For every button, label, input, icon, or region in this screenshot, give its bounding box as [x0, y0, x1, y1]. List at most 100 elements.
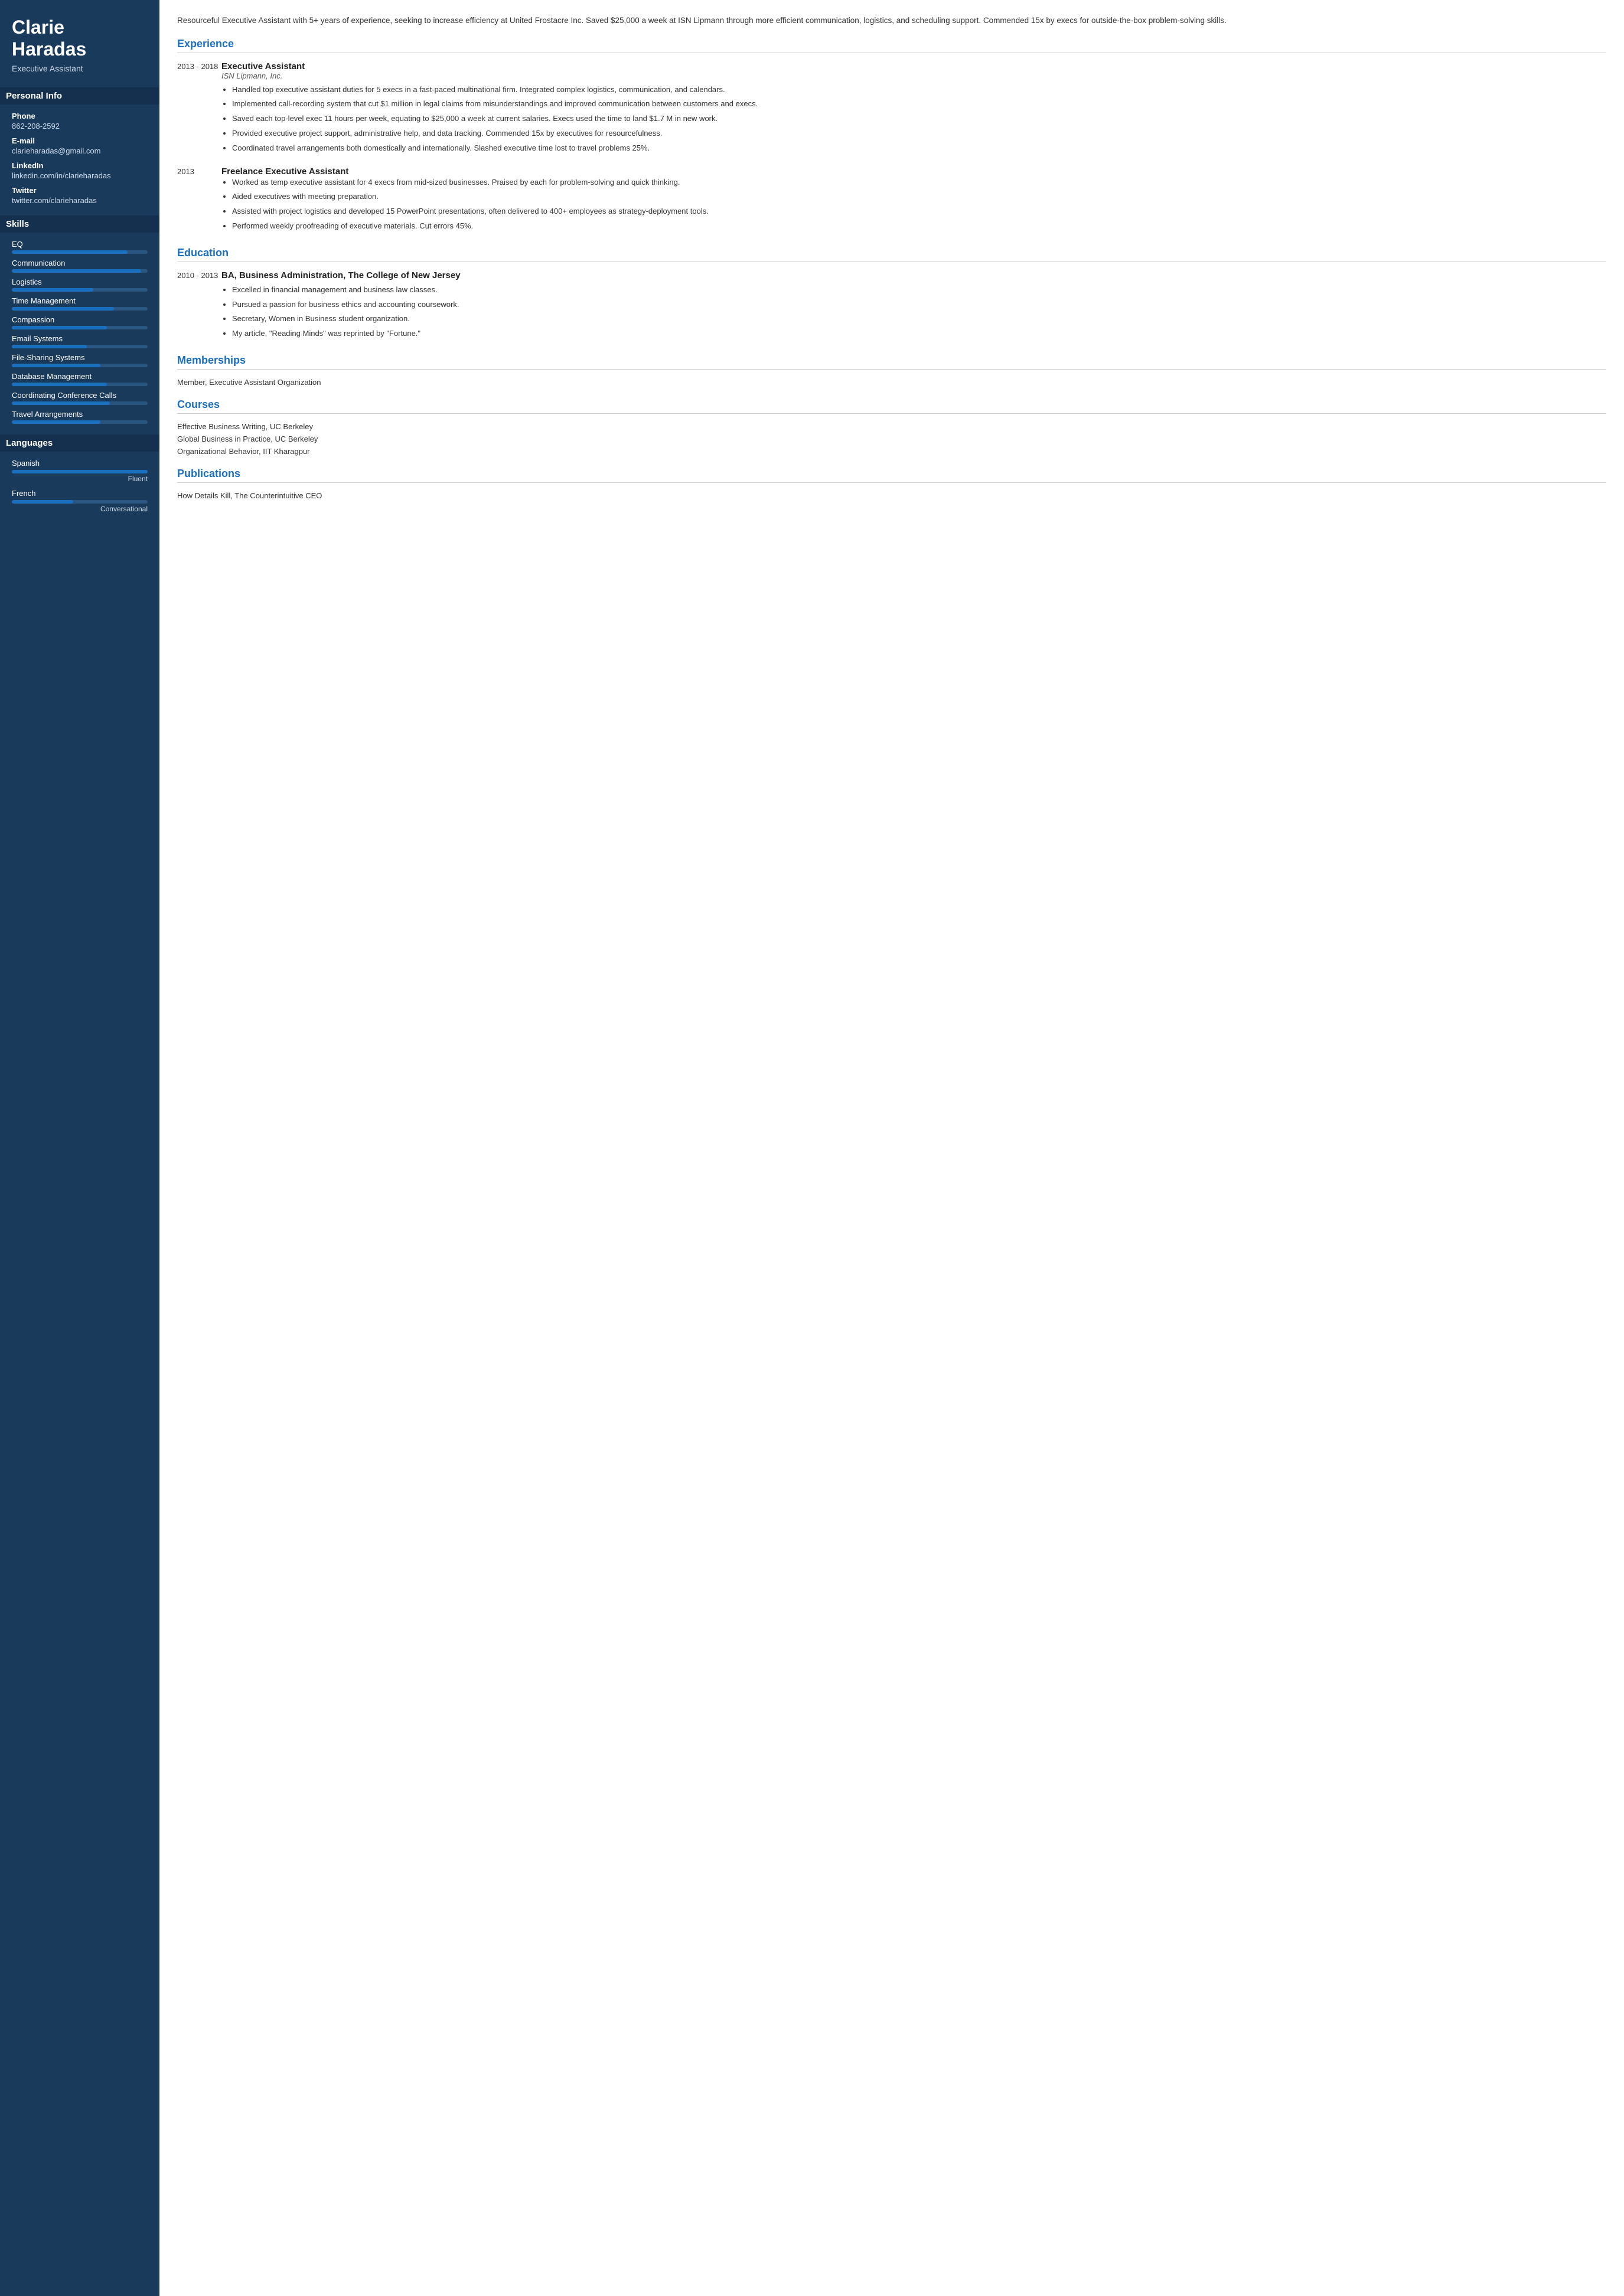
job-bullets: Handled top executive assistant duties f… — [221, 84, 1606, 155]
language-bar-fill — [12, 470, 148, 473]
personal-info-heading: Personal Info — [0, 87, 159, 104]
skill-bar-background — [12, 307, 148, 311]
list-item: Global Business in Practice, UC Berkeley — [177, 435, 1606, 443]
job-content: Executive AssistantISN Lipmann, Inc. Hand… — [221, 61, 1606, 157]
language-level: Conversational — [12, 505, 148, 513]
candidate-name: Clarie Haradas — [12, 17, 148, 60]
language-level: Fluent — [12, 475, 148, 483]
list-item: Worked as temp executive assistant for 4… — [232, 177, 1606, 189]
list-item: Handled top executive assistant duties f… — [232, 84, 1606, 96]
sidebar: Clarie Haradas Executive Assistant Perso… — [0, 0, 159, 2296]
list-item: Coordinated travel arrangements both dom… — [232, 142, 1606, 155]
list-item: Assisted with project logistics and deve… — [232, 205, 1606, 218]
main-content: Resourceful Executive Assistant with 5+ … — [159, 0, 1624, 2296]
list-item: Implemented call-recording system that c… — [232, 98, 1606, 110]
skill-bar-fill — [12, 307, 114, 311]
skill-name: Time Management — [12, 296, 148, 305]
list-item: How Details Kill, The Counterintuitive C… — [177, 491, 1606, 500]
job-company: ISN Lipmann, Inc. — [221, 71, 1606, 80]
memberships-list: Member, Executive Assistant Organization — [177, 378, 1606, 387]
education-list: 2010 - 2013BA, Business Administration, … — [177, 270, 1606, 342]
skill-name: File-Sharing Systems — [12, 353, 148, 362]
skill-bar-fill — [12, 383, 107, 386]
skill-bar-fill — [12, 250, 128, 254]
skill-bar-background — [12, 269, 148, 273]
email-value: clarieharadas@gmail.com — [12, 146, 148, 155]
publications-title: Publications — [177, 468, 1606, 483]
skill-bar-fill — [12, 401, 110, 405]
language-name: Spanish — [12, 459, 148, 468]
skill-bar-background — [12, 401, 148, 405]
list-item: My article, "Reading Minds" was reprinte… — [232, 328, 1606, 340]
skill-name: Email Systems — [12, 334, 148, 343]
language-name: French — [12, 489, 148, 498]
publications-list: How Details Kill, The Counterintuitive C… — [177, 491, 1606, 500]
skill-bar-background — [12, 420, 148, 424]
table-row: 2013Freelance Executive AssistantWorked … — [177, 166, 1606, 235]
skill-bar-fill — [12, 364, 100, 367]
skills-heading: Skills — [0, 215, 159, 233]
skill-bar-fill — [12, 345, 87, 348]
job-dates: 2013 — [177, 166, 221, 235]
twitter-value: twitter.com/clarieharadas — [12, 196, 148, 205]
skill-bar-fill — [12, 326, 107, 329]
twitter-label: Twitter — [12, 186, 148, 195]
phone-label: Phone — [12, 112, 148, 120]
list-item: Organizational Behavior, IIT Kharagpur — [177, 447, 1606, 456]
job-content: Freelance Executive AssistantWorked as t… — [221, 166, 1606, 235]
language-bar-background — [12, 470, 148, 473]
skill-name: Coordinating Conference Calls — [12, 391, 148, 400]
skill-bar-background — [12, 326, 148, 329]
list-item: Pursued a passion for business ethics an… — [232, 299, 1606, 311]
skill-bar-fill — [12, 420, 100, 424]
list-item: Effective Business Writing, UC Berkeley — [177, 422, 1606, 431]
experience-title: Experience — [177, 38, 1606, 53]
education-section: Education 2010 - 2013BA, Business Admini… — [177, 247, 1606, 342]
skills-list: EQ Communication Logistics Time Management C… — [12, 240, 148, 424]
courses-section: Courses Effective Business Writing, UC B… — [177, 399, 1606, 456]
skill-name: Communication — [12, 259, 148, 267]
email-label: E-mail — [12, 136, 148, 145]
language-bar-background — [12, 500, 148, 504]
list-item: Provided executive project support, admi… — [232, 128, 1606, 140]
courses-list: Effective Business Writing, UC Berkeley G… — [177, 422, 1606, 456]
memberships-title: Memberships — [177, 354, 1606, 370]
list-item: Performed weekly proofreading of executi… — [232, 220, 1606, 233]
languages-list: Spanish Fluent French Conversational — [12, 459, 148, 513]
edu-bullets: Excelled in financial management and bus… — [221, 284, 1606, 340]
jobs-list: 2013 - 2018Executive AssistantISN Lipman… — [177, 61, 1606, 235]
edu-dates: 2010 - 2013 — [177, 270, 221, 342]
linkedin-value: linkedin.com/in/clarieharadas — [12, 171, 148, 180]
phone-value: 862-208-2592 — [12, 122, 148, 130]
skill-name: EQ — [12, 240, 148, 249]
summary-text: Resourceful Executive Assistant with 5+ … — [177, 14, 1606, 27]
edu-degree: BA, Business Administration, The College… — [221, 270, 1606, 280]
courses-title: Courses — [177, 399, 1606, 414]
skill-name: Logistics — [12, 277, 148, 286]
skill-bar-background — [12, 364, 148, 367]
list-item: Secretary, Women in Business student org… — [232, 313, 1606, 325]
job-bullets: Worked as temp executive assistant for 4… — [221, 177, 1606, 233]
edu-content: BA, Business Administration, The College… — [221, 270, 1606, 342]
language-bar-fill — [12, 500, 73, 504]
memberships-section: Memberships Member, Executive Assistant … — [177, 354, 1606, 387]
education-title: Education — [177, 247, 1606, 262]
list-item: Saved each top-level exec 11 hours per w… — [232, 113, 1606, 125]
skill-bar-background — [12, 250, 148, 254]
skill-bar-fill — [12, 269, 141, 273]
table-row: 2013 - 2018Executive AssistantISN Lipman… — [177, 61, 1606, 157]
linkedin-label: LinkedIn — [12, 161, 148, 170]
skill-bar-background — [12, 383, 148, 386]
publications-section: Publications How Details Kill, The Count… — [177, 468, 1606, 500]
candidate-title: Executive Assistant — [12, 64, 148, 73]
skill-bar-fill — [12, 288, 93, 292]
job-dates: 2013 - 2018 — [177, 61, 221, 157]
languages-heading: Languages — [0, 435, 159, 452]
job-title: Executive Assistant — [221, 61, 1606, 71]
skill-bar-background — [12, 345, 148, 348]
list-item: Member, Executive Assistant Organization — [177, 378, 1606, 387]
skill-name: Database Management — [12, 372, 148, 381]
table-row: 2010 - 2013BA, Business Administration, … — [177, 270, 1606, 342]
skill-bar-background — [12, 288, 148, 292]
skill-name: Travel Arrangements — [12, 410, 148, 419]
